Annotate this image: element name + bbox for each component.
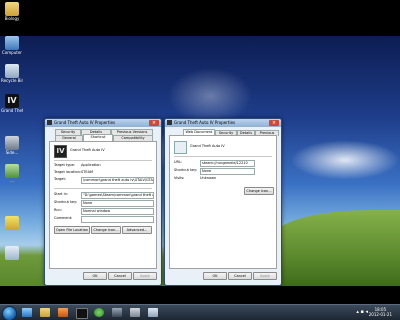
- shortcut-app-name: Grand Theft Auto IV: [190, 144, 225, 148]
- app-icon: [5, 136, 19, 150]
- desktop-bottom-band: [0, 286, 400, 304]
- desktop-icon-recycle-bin[interactable]: Recycle Bin: [1, 64, 23, 83]
- apply-button[interactable]: Apply: [133, 272, 157, 280]
- cancel-button[interactable]: Cancel: [108, 272, 132, 280]
- app-icon: [130, 308, 140, 317]
- change-icon-button[interactable]: Change Icon...: [244, 187, 274, 195]
- desktop-icon-media[interactable]: [1, 246, 23, 260]
- window-titlebar[interactable]: Grand Theft Auto IV Properties ×: [165, 119, 281, 127]
- desktop-icon-label: Computer: [2, 50, 22, 55]
- taskbar-ie[interactable]: [20, 306, 34, 319]
- start-in-field[interactable]: "D:\games\Steam\common\grand theft auto …: [81, 192, 154, 199]
- taskbar-gta[interactable]: [74, 306, 88, 319]
- clock[interactable]: 18:05 2012-01-21: [369, 307, 392, 317]
- explorer-icon: [40, 308, 50, 317]
- ok-button[interactable]: OK: [203, 272, 227, 280]
- properties-window-shortcut: Grand Theft Auto IV Properties × Securit…: [44, 118, 162, 286]
- internet-shortcut-icon: [174, 141, 187, 154]
- divider: [174, 156, 272, 157]
- desktop-top-band: [0, 0, 400, 36]
- tab-shortcut[interactable]: Shortcut: [83, 134, 113, 141]
- utorrent-icon: [94, 308, 104, 317]
- comment-label: Comment:: [54, 216, 73, 220]
- url-field[interactable]: steam://rungameid/12210: [200, 160, 255, 167]
- desktop-icon-app[interactable]: Side...: [1, 136, 23, 155]
- steam-icon: [112, 308, 122, 317]
- shortcut-app-name: Grand Theft Auto IV: [70, 148, 105, 152]
- divider: [54, 160, 152, 161]
- target-type-label: Target type:: [54, 163, 75, 167]
- target-location-value: STEAM: [81, 170, 93, 174]
- apply-button[interactable]: Apply: [253, 272, 277, 280]
- web-document-tab-panel: Grand Theft Auto IV URL: steam://rungame…: [169, 135, 277, 269]
- ie-icon: [22, 308, 32, 317]
- shortcut-key-label: Shortcut key:: [54, 200, 78, 204]
- window-app-icon: [47, 120, 52, 125]
- close-icon[interactable]: ×: [269, 120, 279, 126]
- comment-field[interactable]: [81, 216, 154, 223]
- desktop-icon-label: Recycle Bin: [1, 78, 23, 83]
- target-label: Target:: [54, 177, 67, 181]
- target-type-value: Application: [81, 163, 101, 167]
- desktop-icon-label: ...: [10, 178, 14, 183]
- window-title: Grand Theft Auto IV Properties: [54, 120, 116, 125]
- gta-iv-icon: IV: [54, 145, 67, 158]
- desktop-screen: Biology Computer Recycle Bin IV Grand Th…: [0, 0, 400, 320]
- gta-iv-shortcut-icon: IV: [5, 94, 19, 108]
- run-label: Run:: [54, 208, 62, 212]
- folder-icon: [5, 2, 19, 16]
- url-label: URL:: [174, 160, 183, 164]
- desktop-icon-computer[interactable]: Computer: [1, 36, 23, 55]
- change-icon-button[interactable]: Change Icon...: [91, 226, 121, 234]
- recycle-bin-icon: [5, 64, 19, 78]
- start-in-label: Start in:: [54, 192, 69, 196]
- visits-value: Unknown: [200, 176, 217, 180]
- window-titlebar[interactable]: Grand Theft Auto IV Properties ×: [45, 119, 161, 127]
- ok-button[interactable]: OK: [83, 272, 107, 280]
- shortcut-tab-panel: IV Grand Theft Auto IV Target type: Appl…: [49, 141, 157, 269]
- shortcut-key-field[interactable]: None: [200, 168, 255, 175]
- desktop-icon-gta-iv[interactable]: IV Grand Theft Auto IV: [1, 94, 23, 113]
- taskbar-app[interactable]: [128, 306, 142, 319]
- computer-icon: [5, 36, 19, 50]
- cancel-button[interactable]: Cancel: [228, 272, 252, 280]
- desktop-icon-label: Biology: [4, 16, 20, 21]
- close-icon[interactable]: ×: [149, 120, 159, 126]
- target-field[interactable]: \common\grand theft auto iv\GTAIV\GTAIV.…: [81, 177, 154, 184]
- media-player-icon: [58, 308, 68, 317]
- desktop-icon-label: Grand Theft Auto IV: [1, 108, 23, 113]
- media-icon: [5, 246, 19, 260]
- start-button[interactable]: [2, 306, 17, 320]
- taskbar-utorrent[interactable]: [92, 306, 106, 319]
- desktop-icon-biology[interactable]: Biology: [1, 2, 23, 21]
- taskbar-steam[interactable]: [110, 306, 124, 319]
- shortcut-key-field[interactable]: None: [81, 200, 154, 207]
- gta-iv-icon: [76, 308, 88, 319]
- target-location-label: Target location:: [54, 170, 82, 174]
- visits-label: Visits:: [174, 176, 185, 180]
- taskbar: ▴ ▪ ◂ 18:05 2012-01-21: [0, 304, 400, 320]
- taskbar-properties[interactable]: [146, 306, 160, 319]
- window-icon: [148, 308, 158, 317]
- shortcut-key-label: Shortcut key:: [174, 168, 198, 172]
- desktop-icon-label: Side...: [5, 150, 19, 155]
- wallpaper-cloud: [290, 140, 400, 180]
- run-select[interactable]: Normal window: [81, 208, 154, 215]
- shortcut-icon: [5, 216, 19, 230]
- properties-window-web-document: Grand Theft Auto IV Properties × Web Doc…: [164, 118, 282, 286]
- desktop-icon-shortcut[interactable]: [1, 216, 23, 230]
- taskbar-media[interactable]: [56, 306, 70, 319]
- desktop-icon-app2[interactable]: ...: [1, 164, 23, 183]
- divider: [54, 188, 152, 189]
- window-title: Grand Theft Auto IV Properties: [174, 120, 236, 125]
- taskbar-explorer[interactable]: [38, 306, 52, 319]
- advanced-button[interactable]: Advanced...: [122, 226, 152, 234]
- app2-icon: [5, 164, 19, 178]
- system-tray[interactable]: ▴ ▪ ◂: [356, 309, 368, 315]
- window-app-icon: [167, 120, 172, 125]
- clock-date: 2012-01-21: [368, 312, 392, 317]
- wallpaper-grass: [270, 210, 400, 286]
- open-file-location-button[interactable]: Open File Location: [54, 226, 90, 234]
